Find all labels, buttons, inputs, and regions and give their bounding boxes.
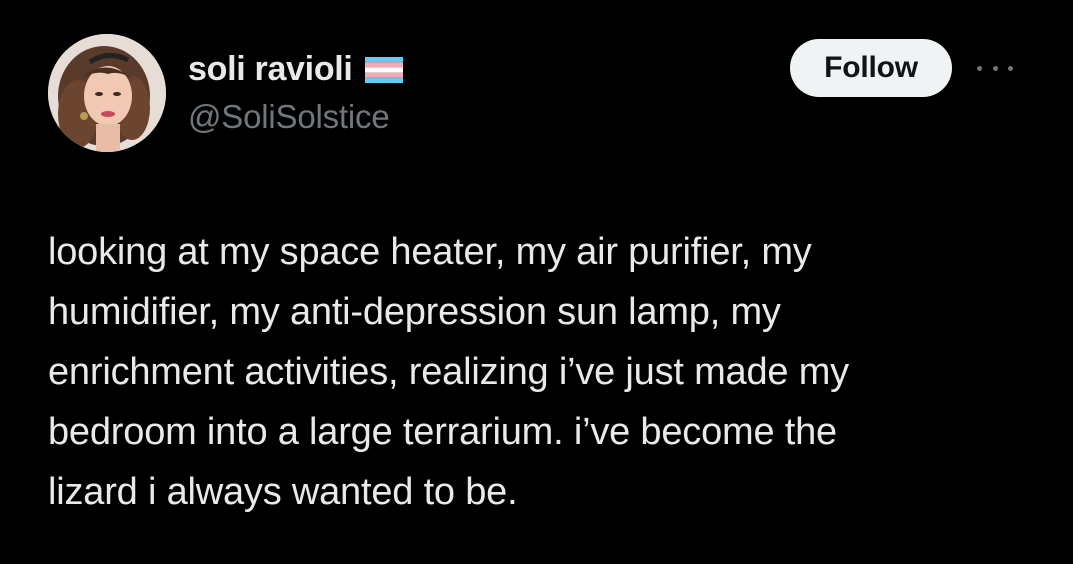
tweet-text-line: enrichment activities, realizing i’ve ju… (48, 351, 849, 393)
avatar[interactable] (48, 34, 166, 152)
tweet-text: looking at my space heater, my air purif… (48, 222, 1048, 522)
display-name-row: soli ravioli (188, 46, 403, 92)
more-dot (1008, 65, 1013, 71)
follow-button[interactable]: Follow (790, 39, 952, 97)
user-handle[interactable]: @SoliSolstice (188, 98, 390, 136)
transgender-flag-icon (364, 57, 403, 83)
more-dot (977, 65, 982, 71)
tweet-card: soli ravioli @SoliSolstice Follow lookin… (0, 0, 1073, 564)
tweet-text-line: bedroom into a large terrarium. i’ve bec… (48, 411, 837, 453)
avatar-image (48, 34, 166, 152)
tweet-text-line: looking at my space heater, my air purif… (48, 231, 812, 273)
display-name[interactable]: soli ravioli (188, 50, 353, 89)
tweet-text-line: lizard i always wanted to be. (48, 471, 518, 513)
more-dot (992, 65, 998, 71)
tweet-text-line: humidifier, my anti-depression sun lamp,… (48, 291, 781, 333)
more-horizontal-icon[interactable] (977, 58, 1013, 78)
